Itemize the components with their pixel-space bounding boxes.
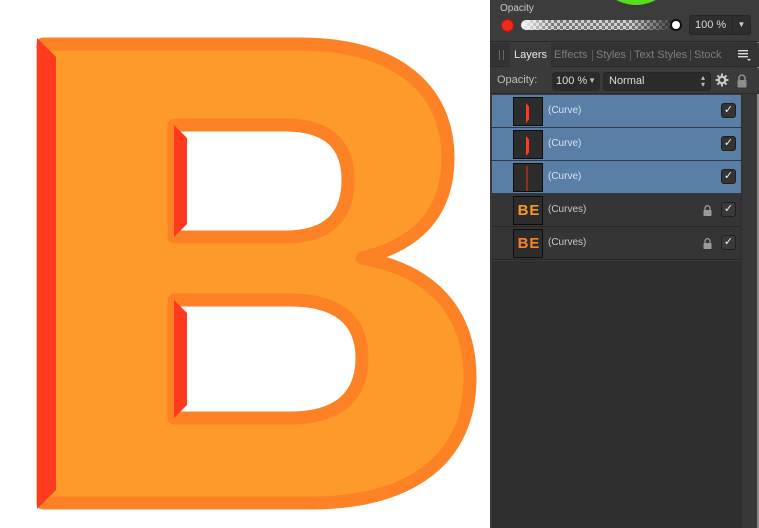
tab-layers[interactable]: Layers: [510, 43, 552, 67]
layers-list: (Curve) ✓ (Curve) ✓ (Curve) ✓ BE (Curves…: [492, 95, 741, 260]
visibility-checkbox[interactable]: ✓: [721, 202, 736, 217]
bevel-upper-counter[interactable]: [174, 125, 187, 237]
layer-opacity-value: 100 %: [556, 75, 588, 87]
tab-separator: [630, 50, 631, 61]
layer-thumbnail: BE: [513, 229, 543, 258]
visibility-checkbox[interactable]: ✓: [721, 235, 736, 250]
layer-thumbnail: [513, 97, 543, 126]
layer-name: (Curves): [548, 237, 587, 248]
opacity-label: Opacity: [500, 3, 534, 14]
opacity-slider[interactable]: [521, 20, 678, 30]
tab-stock[interactable]: Stock: [694, 43, 722, 67]
document-canvas[interactable]: [0, 0, 490, 528]
layer-name: (Curve): [548, 105, 582, 116]
gear-icon[interactable]: [715, 73, 729, 87]
layer-lock-icon[interactable]: [703, 205, 712, 216]
letter-b-artwork[interactable]: [0, 0, 490, 528]
tab-separator: [690, 50, 691, 61]
letter-b-outer-curves[interactable]: [36, 37, 477, 510]
current-color-swatch[interactable]: [501, 19, 514, 32]
tab-effects[interactable]: Effects: [554, 43, 587, 67]
panel-menu-icon[interactable]: [737, 48, 751, 62]
visibility-checkbox[interactable]: ✓: [721, 103, 736, 118]
curves-thumbnail-text: BE: [517, 235, 541, 252]
layer-row[interactable]: BE (Curves) ✓: [492, 194, 741, 227]
layer-name: (Curve): [548, 138, 582, 149]
opacity-value[interactable]: 100 %: [695, 19, 726, 31]
curve-thumbnail-icon: [526, 136, 529, 156]
blend-mode-select[interactable]: Normal ▴ ▾: [603, 72, 711, 91]
bevel-outer-left[interactable]: [37, 38, 56, 509]
panel-tab-bar: Layers Effects Styles Text Styles Stock: [490, 43, 759, 67]
layer-thumbnail: [513, 130, 543, 159]
layer-name: (Curve): [548, 171, 582, 182]
opacity-value-field[interactable]: 100 % ▼: [689, 15, 751, 35]
app-window: Opacity 100 % ▼ Layers Effects Styles Te…: [0, 0, 759, 528]
layer-opacity-label: Opacity:: [497, 74, 538, 86]
layer-opacity-dropdown[interactable]: 100 % ▼: [552, 72, 600, 91]
blend-mode-value: Normal: [609, 75, 645, 87]
layers-empty-area[interactable]: [492, 261, 741, 528]
layer-lock-icon[interactable]: [703, 238, 712, 249]
bevel-lower-counter[interactable]: [174, 300, 187, 418]
visibility-checkbox[interactable]: ✓: [721, 169, 736, 184]
layer-thumbnail: [513, 163, 543, 192]
layer-row[interactable]: (Curve) ✓: [492, 161, 741, 194]
curves-thumbnail-text: BE: [517, 202, 541, 219]
panel-grip-handle[interactable]: [499, 50, 504, 60]
curve-thumbnail-icon: [526, 166, 528, 191]
color-panel: Opacity 100 % ▼: [490, 0, 759, 42]
layer-name: (Curves): [548, 204, 587, 215]
tab-text-styles[interactable]: Text Styles: [634, 43, 687, 67]
lock-icon[interactable]: [736, 74, 748, 88]
layer-row[interactable]: (Curve) ✓: [492, 95, 741, 128]
chevron-down-icon: ▼: [588, 76, 596, 85]
layer-row[interactable]: (Curve) ✓: [492, 128, 741, 161]
layer-thumbnail: BE: [513, 196, 543, 225]
opacity-slider-knob[interactable]: [670, 19, 682, 31]
curve-thumbnail-icon: [526, 103, 529, 123]
layers-toolbar: Opacity: 100 % ▼ Normal ▴ ▾: [490, 68, 759, 94]
opacity-dropdown-button[interactable]: ▼: [732, 16, 750, 34]
tab-separator: [592, 50, 593, 61]
visibility-checkbox[interactable]: ✓: [721, 136, 736, 151]
tab-styles[interactable]: Styles: [596, 43, 626, 67]
stepper-icon: ▴ ▾: [700, 73, 705, 89]
layer-row[interactable]: BE (Curves) ✓: [492, 227, 741, 260]
studio-panel: Opacity 100 % ▼ Layers Effects Styles Te…: [490, 0, 759, 528]
